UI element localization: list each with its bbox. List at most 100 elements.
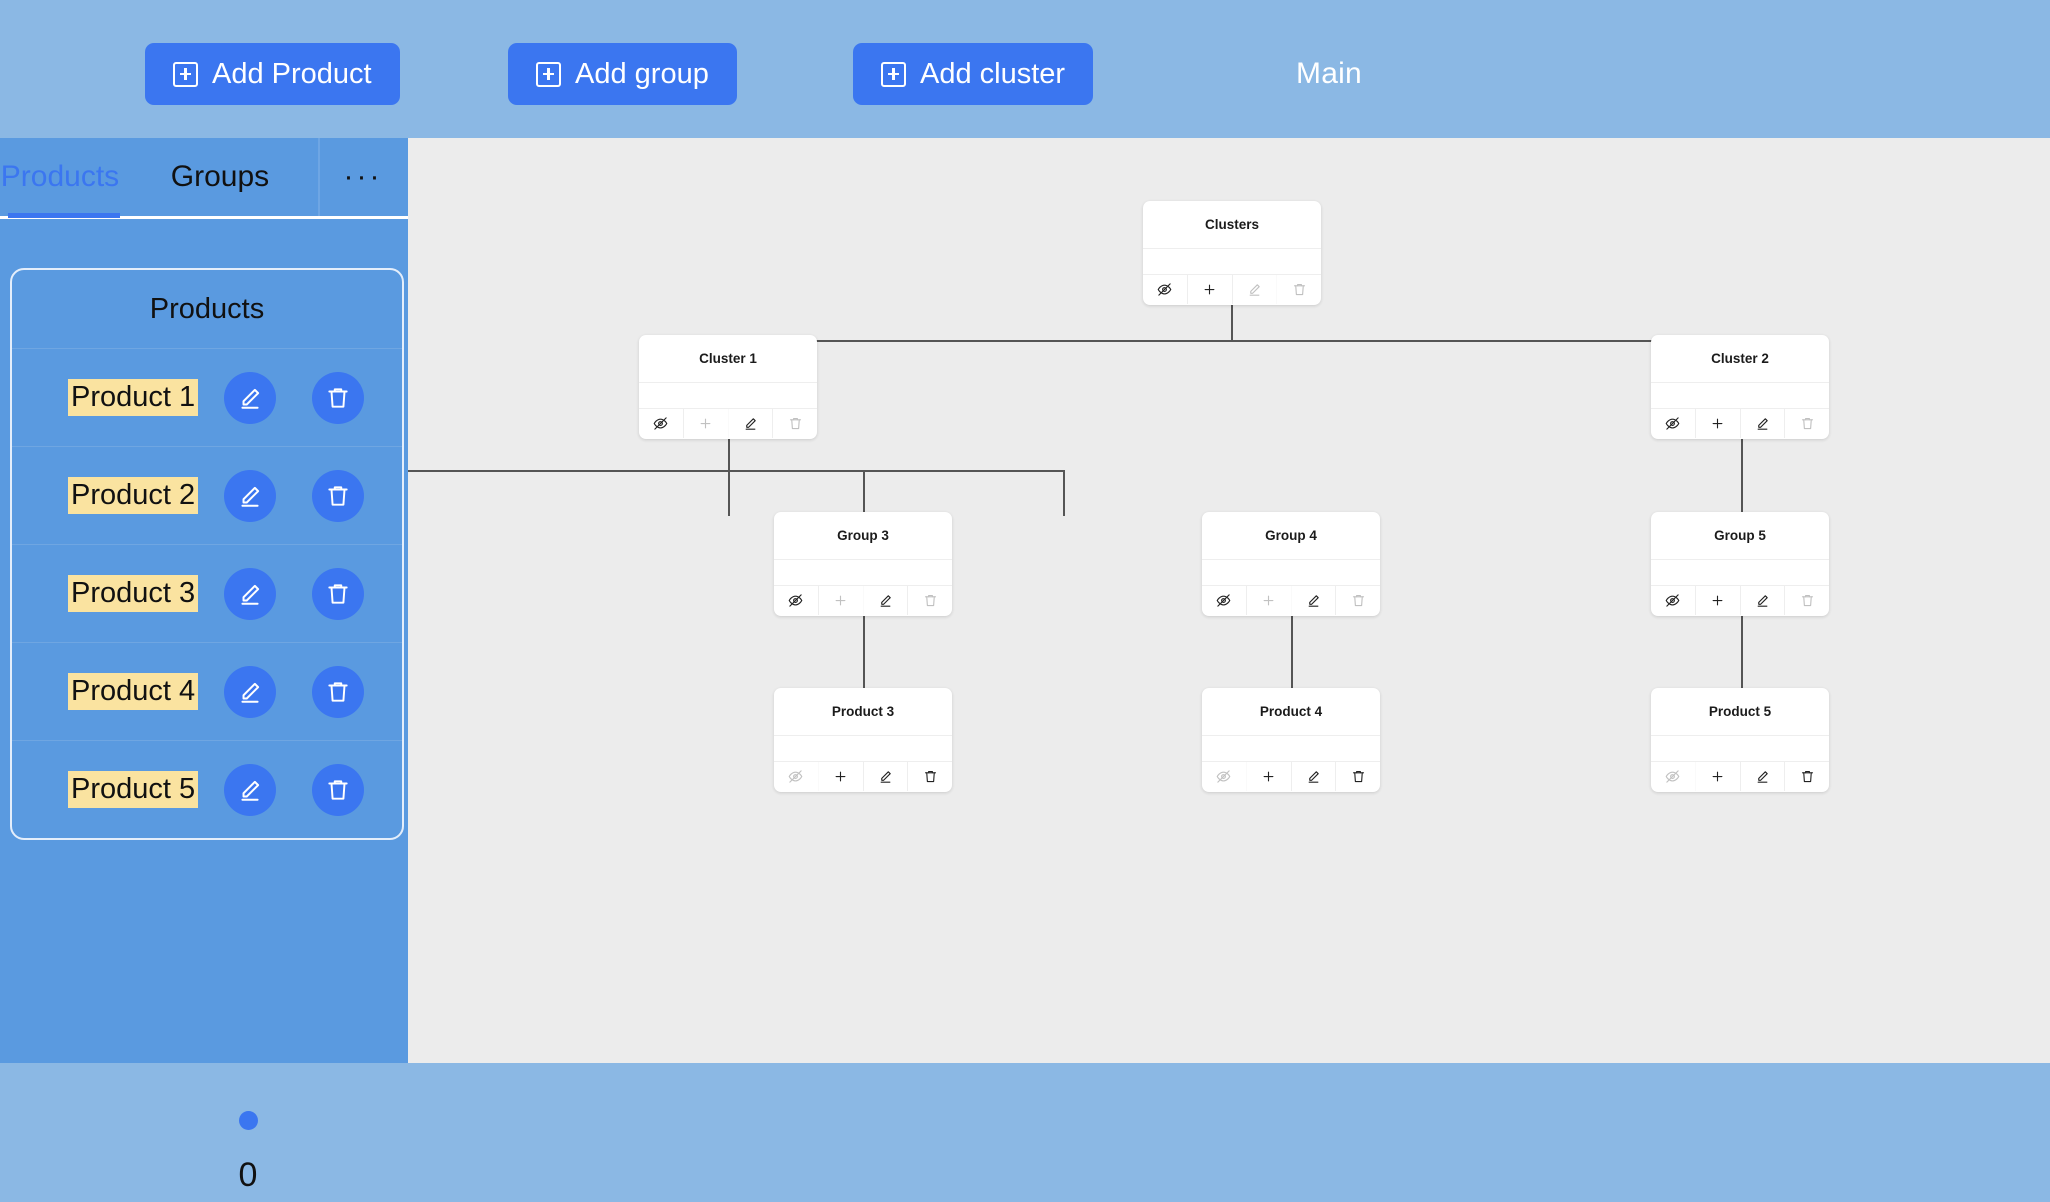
top-toolbar: Add Product Add group Add cluster Main: [0, 10, 2050, 138]
edit-product-button[interactable]: [224, 665, 276, 718]
sidebar: Products Groups ··· Products Product 1 P…: [0, 138, 408, 1063]
edge-to-group4: [1063, 470, 1065, 516]
node-card[interactable]: Product 4: [1202, 688, 1380, 792]
eye-off-icon[interactable]: [774, 586, 819, 615]
node-actions: [1651, 762, 1829, 791]
edge-group4-product4: [1291, 616, 1293, 692]
node-actions: [1202, 762, 1380, 791]
list-item[interactable]: Product 4: [12, 642, 402, 740]
diagram-canvas[interactable]: Clusters Cluster 1 Cluster 2 Group 3 Gro…: [408, 138, 2050, 1063]
trash-icon[interactable]: [1785, 409, 1829, 438]
pencil-icon[interactable]: [729, 409, 774, 438]
list-item[interactable]: Product 5: [12, 740, 402, 838]
plus-icon[interactable]: [1696, 586, 1741, 615]
node-body: [1202, 736, 1380, 762]
trash-icon[interactable]: [1785, 762, 1829, 791]
delete-product-button[interactable]: [312, 665, 364, 718]
node-title: Product 3: [774, 688, 952, 736]
plus-icon[interactable]: [1247, 762, 1292, 791]
edge-group3-product3: [863, 616, 865, 692]
delete-product-button[interactable]: [312, 469, 364, 522]
edge-cluster2-stem: [1741, 439, 1743, 516]
node-body: [1651, 383, 1829, 409]
eye-off-icon[interactable]: [774, 762, 819, 791]
plus-icon[interactable]: [1247, 586, 1292, 615]
trash-icon[interactable]: [1277, 275, 1321, 304]
add-cluster-button[interactable]: Add cluster: [853, 43, 1094, 105]
tab-products[interactable]: Products: [0, 138, 125, 216]
trash-icon[interactable]: [1336, 762, 1380, 791]
eye-off-icon[interactable]: [1143, 275, 1188, 304]
node-card[interactable]: Product 5: [1651, 688, 1829, 792]
pencil-icon[interactable]: [864, 586, 909, 615]
node-title: Product 4: [1202, 688, 1380, 736]
trash-icon[interactable]: [1785, 586, 1829, 615]
edge-cluster1-stem: [728, 439, 730, 516]
plus-icon[interactable]: [819, 586, 864, 615]
tab-groups[interactable]: Groups: [125, 138, 315, 216]
eye-off-icon[interactable]: [1202, 586, 1247, 615]
pencil-icon[interactable]: [1292, 762, 1337, 791]
add-group-button[interactable]: Add group: [508, 43, 737, 105]
trash-icon[interactable]: [908, 586, 952, 615]
edge-group5-product5: [1741, 616, 1743, 692]
node-body: [1651, 736, 1829, 762]
tab-more-options[interactable]: ···: [318, 138, 408, 216]
trash-icon[interactable]: [908, 762, 952, 791]
node-title: Clusters: [1143, 201, 1321, 249]
edit-product-button[interactable]: [224, 469, 276, 522]
list-item-label: Product 4: [68, 673, 199, 710]
edit-product-button[interactable]: [224, 567, 276, 620]
list-item[interactable]: Product 2: [12, 446, 402, 544]
add-product-label: Add Product: [212, 57, 372, 90]
eye-off-icon[interactable]: [1651, 409, 1696, 438]
plus-icon[interactable]: [684, 409, 729, 438]
list-item-label: Product 1: [68, 379, 199, 416]
plus-icon[interactable]: [1696, 409, 1741, 438]
node-card[interactable]: Clusters: [1143, 201, 1321, 305]
delete-product-button[interactable]: [312, 371, 364, 424]
node-card[interactable]: Group 4: [1202, 512, 1380, 616]
pencil-icon[interactable]: [1741, 586, 1786, 615]
eye-off-icon[interactable]: [1651, 762, 1696, 791]
add-cluster-label: Add cluster: [920, 57, 1066, 90]
pencil-icon[interactable]: [1292, 586, 1337, 615]
node-card[interactable]: Cluster 2: [1651, 335, 1829, 439]
trash-icon[interactable]: [773, 409, 817, 438]
edit-product-button[interactable]: [224, 763, 276, 816]
sidebar-tabs: Products Groups ···: [0, 138, 408, 219]
node-actions: [774, 586, 952, 615]
list-item-label: Product 3: [68, 575, 199, 612]
main-label: Main: [1296, 57, 1362, 90]
pencil-icon[interactable]: [1741, 762, 1786, 791]
eye-off-icon[interactable]: [1651, 586, 1696, 615]
plus-square-icon: [173, 61, 198, 87]
plus-icon[interactable]: [1696, 762, 1741, 791]
plus-icon[interactable]: [819, 762, 864, 791]
node-actions: [1202, 586, 1380, 615]
footer-bar: 0: [0, 1063, 2050, 1202]
node-card[interactable]: Product 3: [774, 688, 952, 792]
products-panel-title: Products: [149, 292, 265, 325]
list-item[interactable]: Product 1: [12, 348, 402, 446]
pencil-icon[interactable]: [1233, 275, 1278, 304]
node-card[interactable]: Cluster 1: [639, 335, 817, 439]
list-item[interactable]: Product 3: [12, 544, 402, 642]
node-title: Group 3: [774, 512, 952, 560]
edge-clusters-bus: [728, 340, 1742, 342]
delete-product-button[interactable]: [312, 567, 364, 620]
edit-product-button[interactable]: [224, 371, 276, 424]
node-card[interactable]: Group 5: [1651, 512, 1829, 616]
eye-off-icon[interactable]: [639, 409, 684, 438]
eye-off-icon[interactable]: [1202, 762, 1247, 791]
plus-icon[interactable]: [1188, 275, 1233, 304]
node-title: Cluster 2: [1651, 335, 1829, 383]
pencil-icon[interactable]: [1741, 409, 1786, 438]
delete-product-button[interactable]: [312, 763, 364, 816]
add-product-button[interactable]: Add Product: [145, 43, 400, 105]
trash-icon[interactable]: [1336, 586, 1380, 615]
add-group-label: Add group: [575, 57, 709, 90]
node-card[interactable]: Group 3: [774, 512, 952, 616]
pencil-icon[interactable]: [864, 762, 909, 791]
edge-clusters-stem: [1231, 305, 1233, 341]
